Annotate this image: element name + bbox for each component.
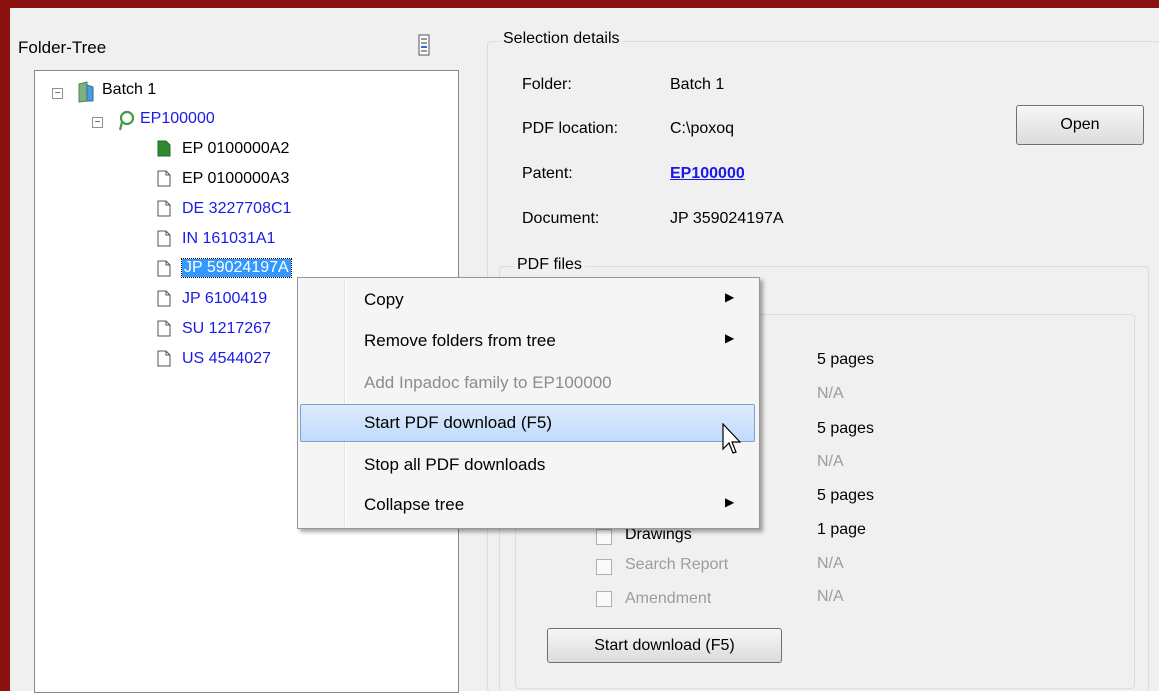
pages-value: N/A	[817, 385, 844, 402]
doc-icon	[157, 170, 171, 192]
menu-item-label: Collapse tree	[364, 495, 465, 514]
start-download-button[interactable]: Start download (F5)	[547, 628, 782, 663]
menu-item-remove-folders[interactable]: Remove folders from tree ▶	[300, 322, 755, 360]
patent-link[interactable]: EP100000	[670, 165, 745, 183]
drawings-pages: 1 page	[817, 521, 866, 538]
amendment-checkbox[interactable]	[596, 591, 612, 607]
patent-family-icon	[117, 110, 135, 137]
document-value: JP 359024197A	[670, 210, 784, 227]
pages-value: 5 pages	[817, 351, 874, 368]
folder-tree-title: Folder-Tree	[18, 38, 107, 57]
pages-value: 5 pages	[817, 487, 874, 504]
patent-label: Patent:	[522, 165, 573, 182]
folder-label: Folder:	[522, 76, 572, 93]
folder-value: Batch 1	[670, 76, 725, 93]
doc-icon	[157, 350, 171, 372]
menu-item-label: Stop all PDF downloads	[364, 455, 546, 474]
menu-item-label: Add Inpadoc family to EP100000	[364, 373, 612, 392]
tree-item-doc-selected[interactable]: JP 59024197A	[181, 258, 292, 278]
mouse-cursor-icon	[722, 422, 744, 466]
window-border-top	[0, 0, 1159, 8]
menu-item-start-pdf-download[interactable]: Start PDF download (F5)	[300, 404, 755, 442]
document-label: Document:	[522, 210, 600, 227]
menu-item-label: Remove folders from tree	[364, 331, 556, 350]
pdf-location-label: PDF location:	[522, 120, 619, 137]
pdf-files-title: PDF files	[514, 256, 585, 274]
menu-item-label: Start PDF download (F5)	[364, 413, 553, 432]
tree-item-doc[interactable]: US 4544027	[182, 350, 271, 368]
open-button[interactable]: Open	[1016, 105, 1144, 145]
tree-item-doc[interactable]: IN 161031A1	[182, 230, 275, 248]
submenu-arrow-icon: ▶	[725, 331, 735, 345]
menu-item-collapse-tree[interactable]: Collapse tree ▶	[300, 486, 755, 524]
submenu-arrow-icon: ▶	[725, 290, 735, 304]
pages-value: N/A	[817, 453, 844, 470]
collapse-root-icon[interactable]: −	[52, 88, 63, 99]
amendment-pages: N/A	[817, 588, 844, 605]
window-border-left	[0, 0, 10, 691]
tree-item-batch[interactable]: Batch 1	[102, 81, 156, 99]
context-menu: Copy ▶ Remove folders from tree ▶ Add In…	[297, 277, 760, 529]
search-report-label: Search Report	[625, 556, 729, 573]
doc-icon	[157, 260, 171, 282]
tree-item-doc[interactable]: JP 6100419	[182, 290, 267, 308]
search-report-checkbox[interactable]	[596, 559, 612, 575]
doc-icon	[157, 200, 171, 222]
menu-item-copy[interactable]: Copy ▶	[300, 281, 755, 319]
amendment-label: Amendment	[625, 590, 712, 607]
menu-item-add-inpadoc: Add Inpadoc family to EP100000	[300, 364, 755, 402]
batch-folder-icon	[77, 81, 95, 108]
pdf-location-value: C:\poxoq	[670, 120, 735, 137]
tree-options-icon[interactable]	[417, 33, 433, 57]
doc-icon	[157, 320, 171, 342]
menu-item-stop-downloads[interactable]: Stop all PDF downloads	[300, 446, 755, 484]
tree-item-doc[interactable]: SU 1217267	[182, 320, 271, 338]
selection-details-title: Selection details	[500, 30, 623, 48]
doc-icon	[157, 290, 171, 312]
tree-item-doc[interactable]: DE 3227708C1	[182, 200, 291, 218]
pages-value: 5 pages	[817, 420, 874, 437]
collapse-patent-icon[interactable]: −	[92, 117, 103, 128]
menu-item-label: Copy	[364, 290, 404, 309]
doc-icon	[157, 230, 171, 252]
submenu-arrow-icon: ▶	[725, 495, 735, 509]
tree-item-doc[interactable]: EP 0100000A3	[182, 170, 289, 188]
tree-item-doc[interactable]: EP 0100000A2	[182, 140, 289, 158]
tree-item-patent[interactable]: EP100000	[140, 110, 215, 128]
search-report-pages: N/A	[817, 555, 844, 572]
drawings-checkbox[interactable]	[596, 529, 612, 545]
green-doc-icon	[157, 140, 171, 162]
